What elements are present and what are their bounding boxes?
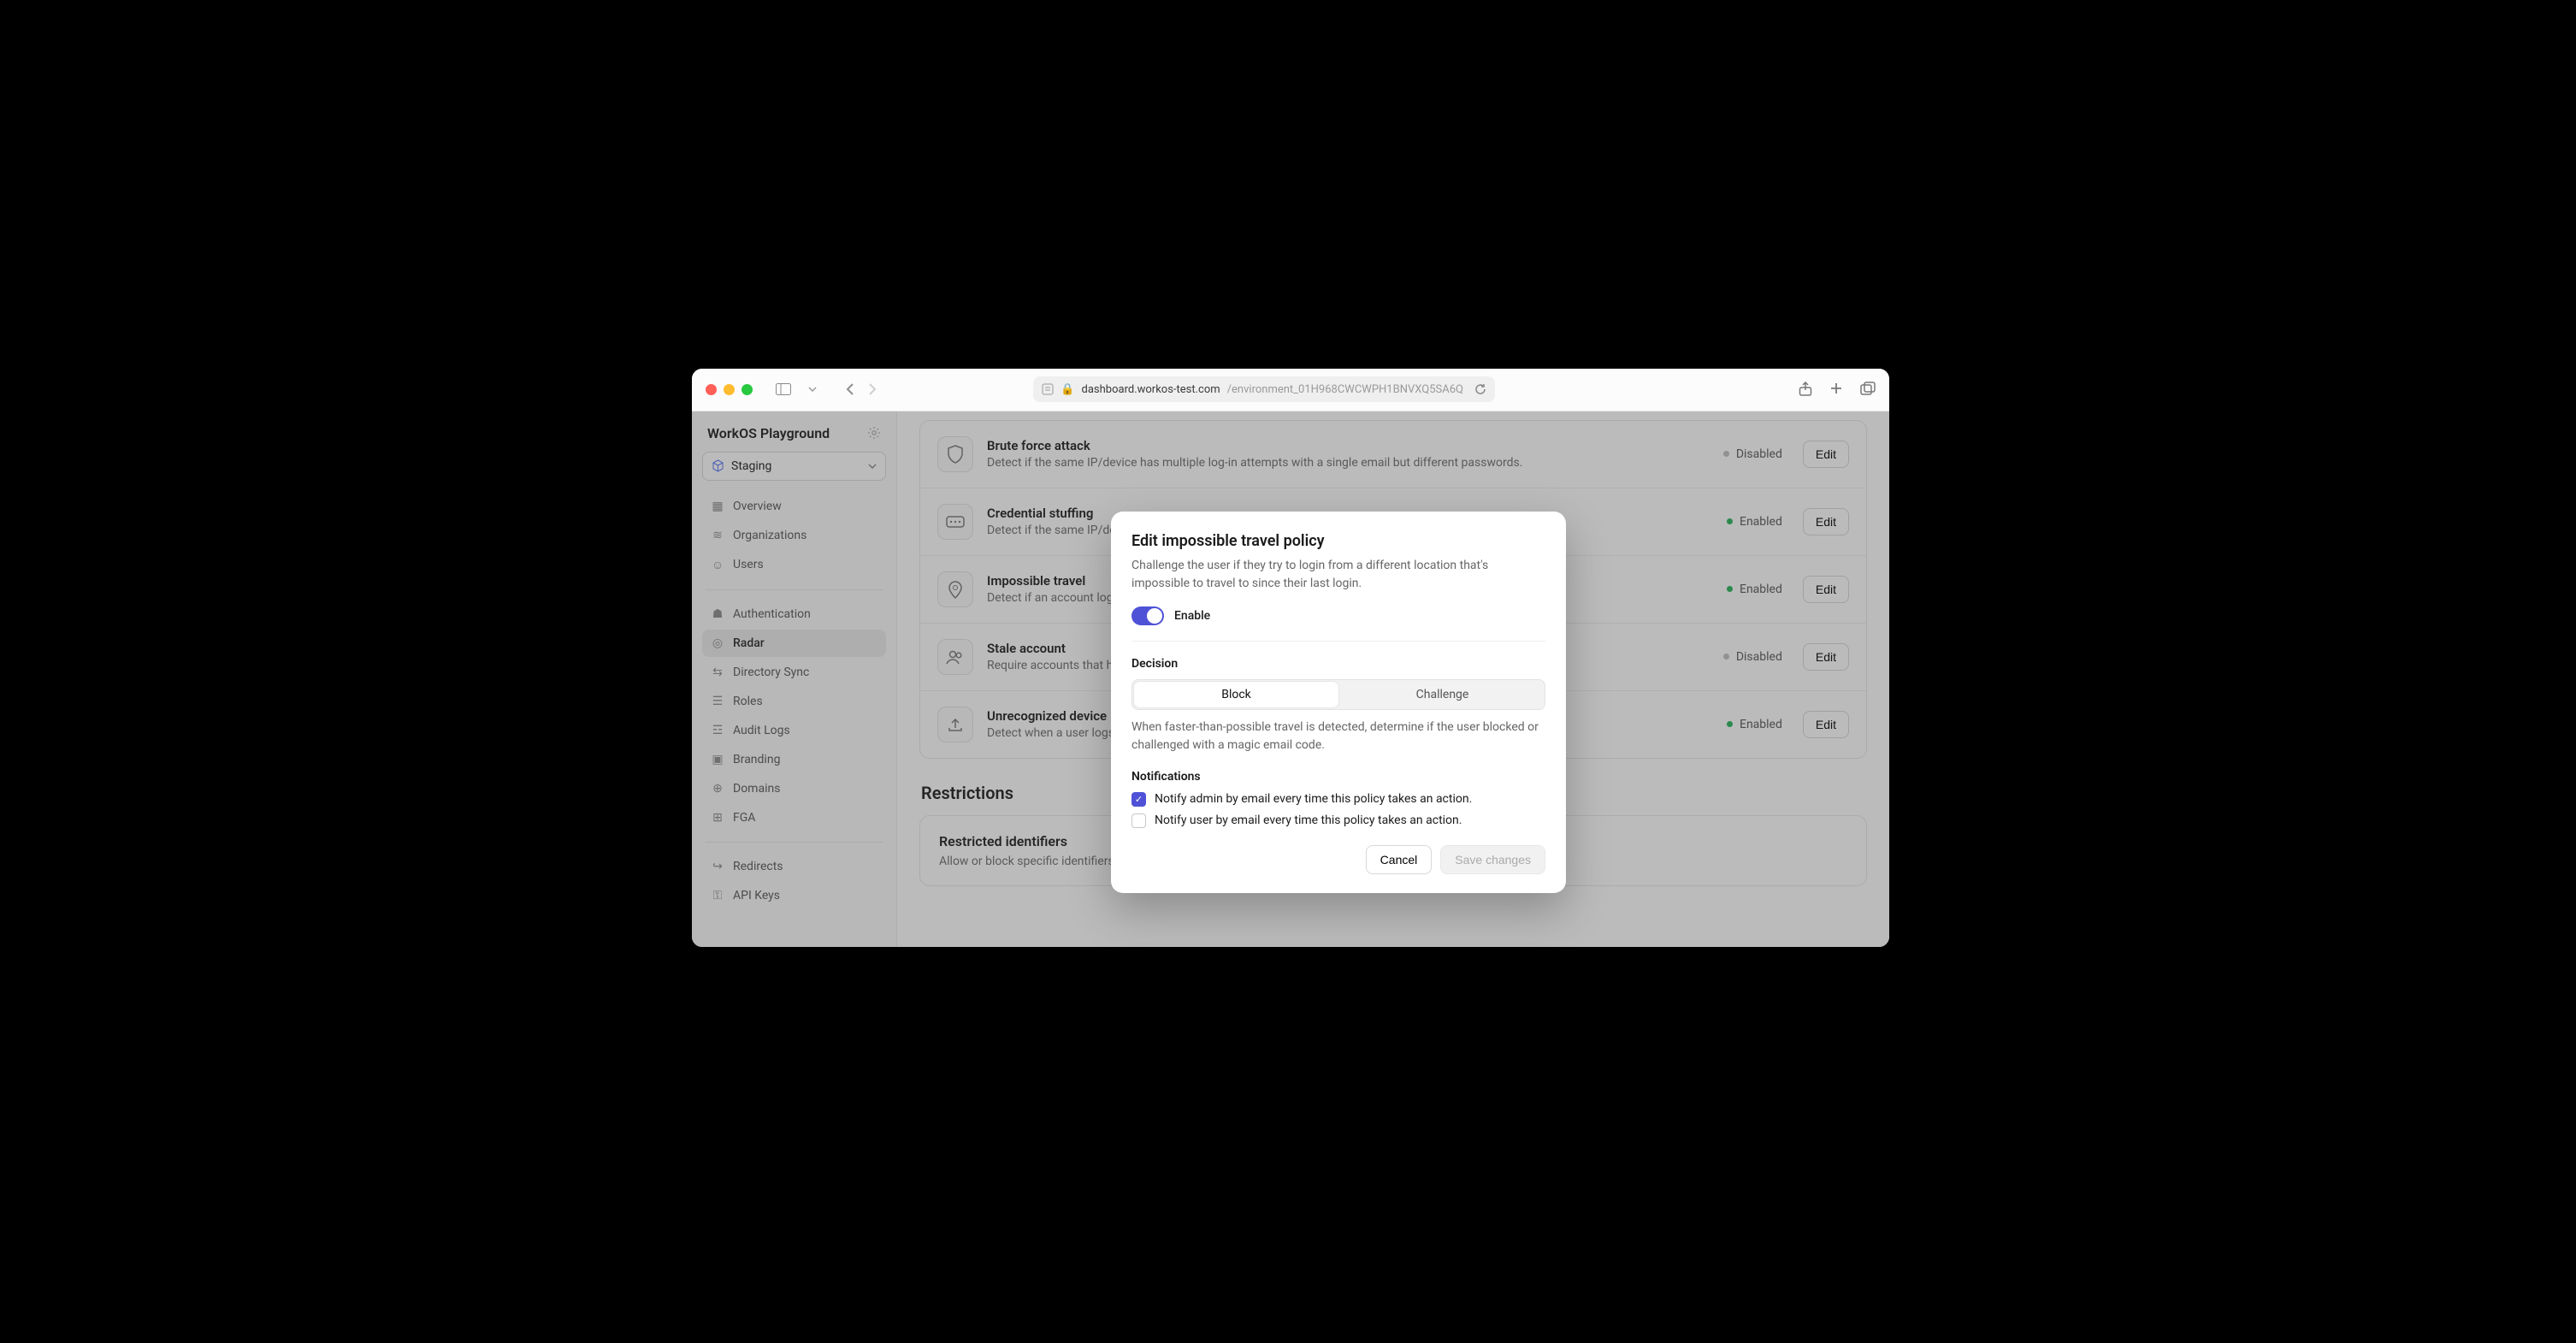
notify-admin-label: Notify admin by email every time this po… — [1155, 792, 1472, 806]
enable-label: Enable — [1174, 609, 1210, 623]
forward-button[interactable] — [867, 382, 877, 396]
new-tab-icon[interactable] — [1829, 382, 1843, 397]
lock-icon: 🔒 — [1061, 383, 1074, 396]
save-button[interactable]: Save changes — [1440, 845, 1545, 874]
chevron-down-icon[interactable] — [801, 380, 824, 399]
cancel-button[interactable]: Cancel — [1366, 845, 1433, 874]
edit-policy-modal: Edit impossible travel policy Challenge … — [1111, 512, 1566, 893]
notifications-heading: Notifications — [1131, 770, 1545, 784]
sidebar-toggle-icon[interactable] — [771, 380, 795, 399]
maximize-window-icon[interactable] — [741, 384, 753, 395]
decision-segmented: Block Challenge — [1131, 679, 1545, 710]
address-bar[interactable]: 🔒 dashboard.workos-test.com/environment_… — [1033, 376, 1495, 402]
modal-description: Challenge the user if they try to login … — [1131, 557, 1545, 593]
notify-user-label: Notify user by email every time this pol… — [1155, 813, 1462, 827]
decision-option-challenge[interactable]: Challenge — [1340, 680, 1545, 709]
notify-admin-checkbox[interactable]: ✓ — [1131, 792, 1146, 807]
modal-title: Edit impossible travel policy — [1131, 532, 1545, 550]
back-button[interactable] — [845, 382, 855, 396]
minimize-window-icon[interactable] — [724, 384, 735, 395]
share-icon[interactable] — [1799, 382, 1812, 397]
close-window-icon[interactable] — [706, 384, 717, 395]
reader-icon[interactable] — [1042, 383, 1054, 395]
window-controls — [706, 384, 753, 395]
reload-icon[interactable] — [1474, 383, 1486, 395]
url-path: /environment_01H968CWCWPH1BNVXQ5SA6Q — [1227, 383, 1463, 396]
browser-window: 🔒 dashboard.workos-test.com/environment_… — [692, 369, 1889, 947]
enable-toggle[interactable] — [1131, 606, 1164, 625]
url-host: dashboard.workos-test.com — [1082, 383, 1220, 396]
decision-heading: Decision — [1131, 657, 1545, 671]
decision-hint: When faster-than-possible travel is dete… — [1131, 719, 1545, 754]
browser-titlebar: 🔒 dashboard.workos-test.com/environment_… — [692, 369, 1889, 411]
decision-option-block[interactable]: Block — [1134, 682, 1338, 707]
notify-user-checkbox[interactable] — [1131, 813, 1146, 828]
tabs-icon[interactable] — [1860, 382, 1876, 397]
